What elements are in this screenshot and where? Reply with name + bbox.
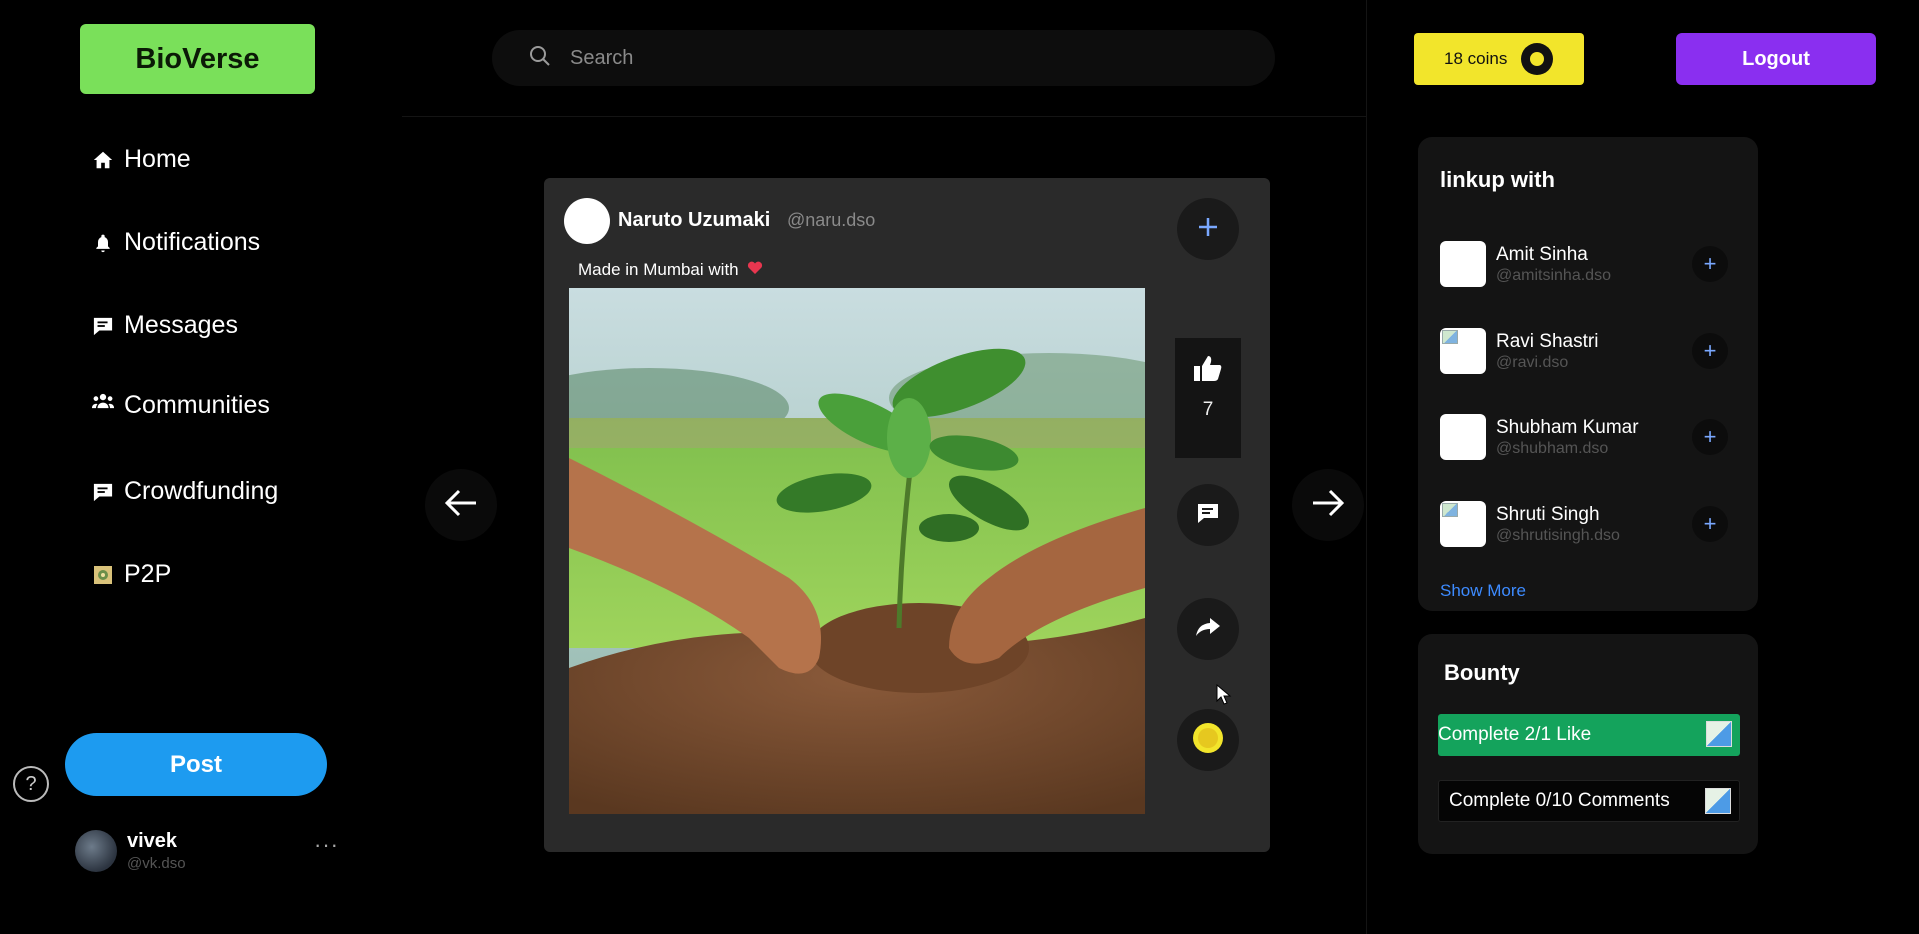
show-more-link[interactable]: Show More (1440, 581, 1526, 601)
bell-icon (92, 232, 114, 254)
arrow-left-icon (444, 488, 478, 523)
sidebar-item-notifications[interactable]: Notifications (92, 228, 260, 257)
user-handle: @vk.dso (127, 855, 186, 872)
message-icon (92, 315, 114, 337)
post-author-avatar[interactable] (564, 198, 610, 244)
suggested-user[interactable]: Shruti Singh @shrutisingh.dso + (1440, 498, 1740, 550)
bounty-task[interactable]: Complete 2/1 Like (1438, 714, 1740, 756)
divider (1366, 0, 1367, 934)
like-button[interactable]: 7 (1175, 338, 1241, 458)
coins-badge[interactable]: 18 coins (1414, 33, 1584, 85)
help-button[interactable]: ? (13, 766, 49, 802)
suggested-user[interactable]: Ravi Shastri @ravi.dso + (1440, 325, 1740, 377)
sidebar-item-messages[interactable]: Messages (92, 311, 238, 340)
sidebar-item-label: Messages (124, 311, 238, 339)
avatar (1440, 414, 1486, 460)
divider (402, 116, 1366, 117)
message-icon (92, 481, 114, 503)
suggested-user-name: Shubham Kumar (1496, 416, 1639, 438)
share-button[interactable] (1177, 598, 1239, 660)
avatar (1440, 501, 1486, 547)
post-card: Naruto Uzumaki @naru.dso Made in Mumbai … (544, 178, 1270, 852)
users-icon (92, 390, 114, 412)
add-user-button[interactable]: + (1692, 419, 1728, 455)
suggested-user[interactable]: Shubham Kumar @shubham.dso + (1440, 411, 1740, 463)
thumbs-up-icon (1193, 354, 1223, 387)
post-button[interactable]: Post (65, 733, 327, 796)
post-author-name[interactable]: Naruto Uzumaki (618, 209, 770, 232)
search-icon (528, 44, 552, 73)
suggested-user-name: Shruti Singh (1496, 503, 1600, 525)
bounty-task[interactable]: Complete 0/10 Comments (1438, 780, 1740, 822)
share-icon (1195, 616, 1221, 643)
post-author-handle: @naru.dso (787, 210, 876, 230)
plus-icon (1197, 216, 1219, 243)
suggested-user-handle: @ravi.dso (1496, 353, 1569, 371)
logout-button[interactable]: Logout (1676, 33, 1876, 85)
suggested-user-name: Amit Sinha (1496, 243, 1588, 265)
avatar (1440, 328, 1486, 374)
bounty-task-label: Complete 0/10 Comments (1449, 790, 1670, 811)
sidebar-item-crowdfunding[interactable]: Crowdfunding (92, 477, 278, 506)
suggested-user-handle: @shrutisingh.dso (1496, 526, 1620, 544)
user-profile[interactable]: vivek @vk.dso (75, 830, 186, 872)
linkup-panel: linkup with Amit Sinha @amitsinha.dso + … (1418, 137, 1758, 611)
next-post-button[interactable] (1292, 469, 1364, 541)
image-icon (92, 564, 114, 586)
coins-count: 18 coins (1444, 49, 1508, 68)
more-options-icon[interactable]: ··· (314, 832, 339, 858)
suggested-user-name: Ravi Shastri (1496, 330, 1599, 352)
sidebar-item-label: P2P (124, 560, 172, 588)
prev-post-button[interactable] (425, 469, 497, 541)
add-user-button[interactable]: + (1692, 246, 1728, 282)
user-name: vivek (127, 830, 178, 852)
avatar (75, 830, 117, 872)
sidebar-item-home[interactable]: Home (92, 145, 191, 174)
panel-title: linkup with (1440, 167, 1555, 192)
like-count: 7 (1202, 399, 1214, 420)
coin-icon (1521, 43, 1554, 75)
sidebar-item-label: Home (124, 145, 191, 173)
search-bar[interactable] (492, 30, 1275, 86)
heart-icon (747, 260, 763, 280)
sidebar-item-p2p[interactable]: P2P (92, 560, 171, 589)
avatar (1440, 241, 1486, 287)
home-icon (92, 149, 114, 171)
sidebar-item-label: Crowdfunding (124, 477, 279, 505)
suggested-user-handle: @amitsinha.dso (1496, 266, 1611, 284)
task-image-icon (1705, 788, 1731, 814)
arrow-right-icon (1311, 488, 1345, 523)
sidebar-item-label: Notifications (124, 228, 261, 256)
post-caption-text: Made in Mumbai with (578, 260, 739, 279)
mouse-cursor-icon (1216, 683, 1232, 711)
search-input[interactable] (570, 46, 1170, 70)
suggested-user[interactable]: Amit Sinha @amitsinha.dso + (1440, 238, 1740, 290)
comment-button[interactable] (1177, 484, 1239, 546)
task-image-icon (1706, 721, 1732, 747)
follow-button[interactable] (1177, 198, 1239, 260)
add-user-button[interactable]: + (1692, 506, 1728, 542)
post-image[interactable] (569, 288, 1145, 814)
app-logo[interactable]: BioVerse (80, 24, 315, 94)
sidebar-item-label: Communities (124, 391, 270, 419)
coin-icon (1192, 722, 1224, 759)
comment-icon (1196, 502, 1220, 529)
bounty-panel: Bounty Complete 2/1 Like Complete 0/10 C… (1418, 634, 1758, 854)
add-user-button[interactable]: + (1692, 333, 1728, 369)
bounty-task-label: Complete 2/1 Like (1438, 724, 1592, 745)
post-caption: Made in Mumbai with (578, 260, 763, 280)
tip-coin-button[interactable] (1177, 709, 1239, 771)
sidebar-item-communities[interactable]: Communities (92, 391, 270, 420)
suggested-user-handle: @shubham.dso (1496, 439, 1609, 457)
panel-title: Bounty (1444, 660, 1520, 685)
